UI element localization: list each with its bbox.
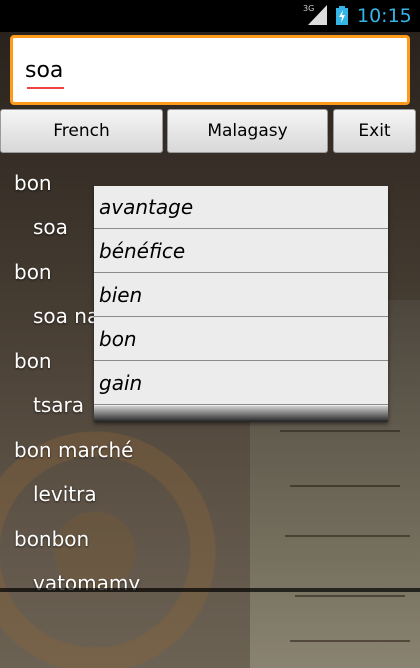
spellcheck-underline — [27, 87, 64, 89]
suggestion-item[interactable]: bon — [94, 318, 388, 361]
result-term[interactable]: bon — [14, 171, 52, 195]
result-translation[interactable]: tsara — [33, 393, 84, 417]
result-translation[interactable]: levitra — [33, 482, 97, 506]
signal-icon — [308, 5, 327, 25]
result-term[interactable]: bon marché — [14, 438, 133, 462]
status-bar: 3G 10:15 — [0, 0, 420, 32]
result-term[interactable]: bon — [14, 349, 52, 373]
suggestion-item[interactable]: avantage — [94, 186, 388, 229]
result-translation[interactable]: soa na — [33, 304, 99, 328]
result-translation[interactable]: soa — [33, 215, 68, 239]
result-term[interactable]: bonbon — [14, 527, 89, 551]
suggestion-item[interactable]: bénéfice — [94, 230, 388, 273]
search-field[interactable] — [10, 35, 410, 105]
list-bottom-shadow — [0, 588, 420, 592]
suggestion-item[interactable]: bien — [94, 274, 388, 317]
suggestion-dropdown[interactable]: avantage bénéfice bien bon gain — [94, 186, 388, 422]
dropdown-scroll-fade — [94, 406, 388, 422]
clock: 10:15 — [357, 5, 412, 27]
suggestion-item[interactable]: gain — [94, 362, 388, 405]
source-language-button[interactable]: French — [0, 109, 163, 153]
exit-button[interactable]: Exit — [333, 109, 416, 153]
search-input[interactable] — [25, 52, 385, 88]
target-language-button[interactable]: Malagasy — [167, 109, 328, 153]
result-term[interactable]: bon — [14, 260, 52, 284]
battery-charging-icon — [336, 6, 348, 25]
